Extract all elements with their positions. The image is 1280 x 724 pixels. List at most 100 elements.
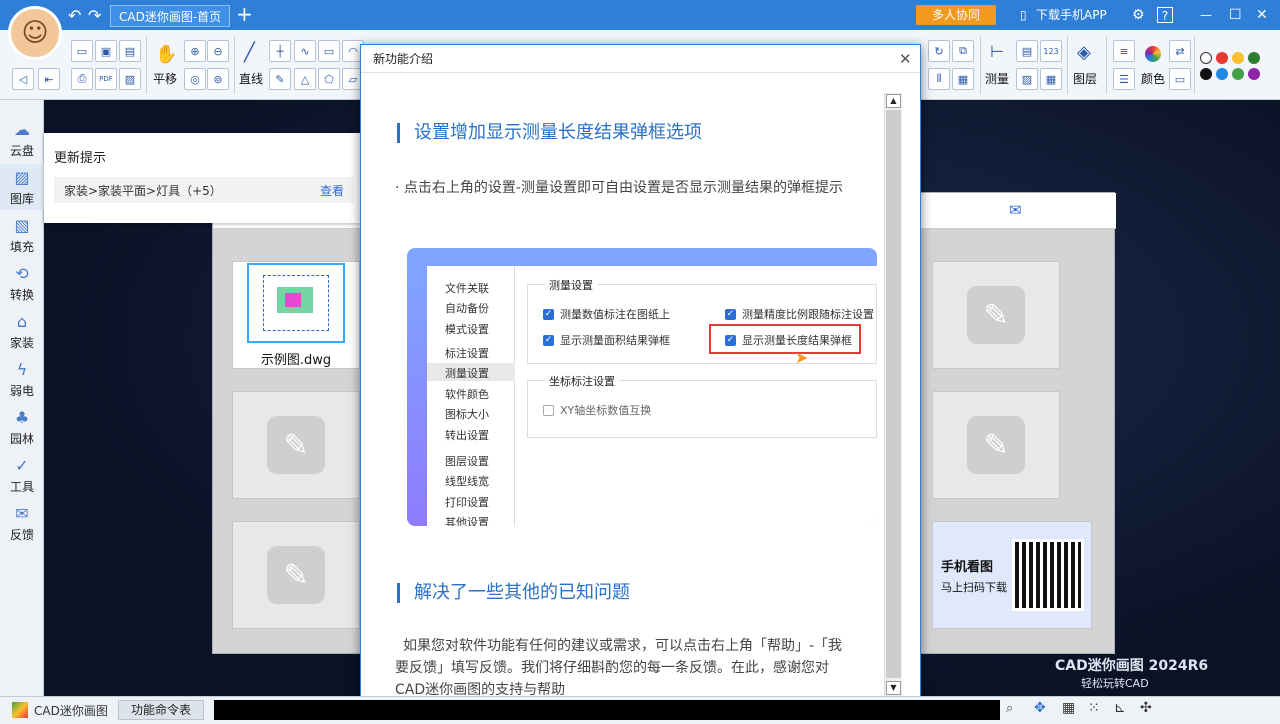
- layers-icon[interactable]: ◈: [1077, 42, 1091, 63]
- minimize-button[interactable]: —: [1200, 5, 1212, 25]
- save-as-icon[interactable]: ▤: [119, 40, 141, 62]
- recent-file-thumb[interactable]: ✎: [932, 391, 1060, 499]
- placeholder-pencil-icon: ✎: [267, 546, 325, 604]
- scroll-down-button[interactable]: ▼: [886, 681, 901, 695]
- tab-home[interactable]: CAD迷你画图-首页: [110, 5, 231, 27]
- recent-file-thumb[interactable]: ✎: [932, 261, 1060, 369]
- brand-name: CAD迷你画图 2024R6: [1055, 658, 1209, 674]
- exit-icon[interactable]: ◁: [12, 68, 34, 90]
- sidebar-item-gallery[interactable]: ▨ 图库: [0, 164, 44, 210]
- picture-icon[interactable]: ▨: [1016, 68, 1038, 90]
- color-wheel-icon[interactable]: [1145, 46, 1161, 62]
- snap-icon[interactable]: ✥: [1034, 700, 1046, 716]
- pencil-icon[interactable]: ✎: [269, 68, 291, 90]
- image-export-icon[interactable]: ▨: [119, 68, 141, 90]
- sidebar-item-power[interactable]: ϟ 弱电: [0, 356, 44, 402]
- color-swatch[interactable]: [1200, 52, 1212, 64]
- color-swatch[interactable]: [1232, 68, 1244, 80]
- sidebar-item-fill[interactable]: ▧ 填充: [0, 212, 44, 258]
- maximize-button[interactable]: ☐: [1229, 5, 1242, 25]
- command-input[interactable]: [214, 700, 1000, 720]
- update-view-link[interactable]: 查看: [320, 182, 344, 199]
- search-icon[interactable]: ⌕: [1006, 701, 1013, 716]
- sidebar-item-garden[interactable]: ♣ 园林: [0, 404, 44, 450]
- pdf-icon[interactable]: PDF: [95, 68, 117, 90]
- lineweight-icon[interactable]: ☰: [1113, 68, 1135, 90]
- zoom-window-icon[interactable]: ◎: [184, 68, 206, 90]
- rect-icon[interactable]: ▭: [318, 40, 340, 62]
- mirror-icon[interactable]: ⫴: [928, 68, 950, 90]
- layer-label[interactable]: 图层: [1073, 70, 1097, 87]
- mobile-promo[interactable]: 手机看图 马上扫码下载: [932, 521, 1092, 629]
- sidebar-item-feedback[interactable]: ✉ 反馈: [0, 500, 44, 546]
- avatar[interactable]: ☺: [8, 6, 62, 60]
- color-swatch[interactable]: [1216, 68, 1228, 80]
- add-tab-button[interactable]: +: [236, 2, 253, 26]
- hand-icon[interactable]: ✋: [155, 44, 177, 65]
- help-button[interactable]: ?: [1157, 7, 1173, 23]
- bg-color-icon[interactable]: ▭: [1169, 68, 1191, 90]
- spline-icon[interactable]: ∿: [294, 40, 316, 62]
- print-icon[interactable]: ⎙: [71, 68, 93, 90]
- color-swatch[interactable]: [1200, 68, 1212, 80]
- table-icon[interactable]: ▤: [1016, 40, 1038, 62]
- scroll-thumb[interactable]: [886, 110, 901, 678]
- sidebar-item-convert[interactable]: ⟲ 转换: [0, 260, 44, 306]
- command-table-button[interactable]: 功能命令表: [118, 700, 204, 720]
- menu-other: 其他设置: [445, 516, 489, 526]
- dot-grid-icon[interactable]: ⁙: [1088, 700, 1100, 716]
- close-window-button[interactable]: ✕: [1256, 5, 1268, 25]
- zoom-in-icon[interactable]: ⊕: [184, 40, 206, 62]
- scroll-up-button[interactable]: ▲: [886, 94, 901, 108]
- brand-logo: CAD迷你画图 2024R6 轻松玩转CAD: [1055, 655, 1208, 691]
- heading-measure-setting: 设置增加显示测量长度结果弹框选项: [397, 123, 702, 143]
- color-swatch[interactable]: [1216, 52, 1228, 64]
- checkbox-checked-icon: ✓: [543, 308, 554, 320]
- triangle-icon[interactable]: △: [294, 68, 316, 90]
- import-icon[interactable]: ⇤: [38, 68, 60, 90]
- undo-icon[interactable]: ↶: [68, 6, 81, 25]
- rotate-icon[interactable]: ↻: [928, 40, 950, 62]
- polar-icon[interactable]: ✣: [1140, 700, 1152, 716]
- color-swatch[interactable]: [1248, 52, 1260, 64]
- polyline-icon[interactable]: ┼: [269, 40, 291, 62]
- sidebar-item-home[interactable]: ⌂ 家装: [0, 308, 44, 354]
- mail-icon[interactable]: ✉: [1009, 201, 1022, 219]
- gear-icon[interactable]: ⚙: [1132, 5, 1145, 25]
- save-icon[interactable]: ▣: [95, 40, 117, 62]
- grid-toggle-icon[interactable]: ▦: [1062, 700, 1075, 716]
- collab-button[interactable]: 多人协同: [916, 5, 996, 25]
- zoom-out-icon[interactable]: ⊖: [207, 40, 229, 62]
- download-app-link[interactable]: 下载手机APP: [1036, 5, 1107, 25]
- grid-icon[interactable]: ▦: [1040, 68, 1062, 90]
- update-popup: 更新提示 家装>家装平面>灯具（+5） 查看: [44, 133, 360, 223]
- measure-icon[interactable]: ⊢: [990, 42, 1004, 61]
- sample-drawing-thumb[interactable]: 示例图.dwg: [232, 261, 360, 369]
- recent-file-thumb[interactable]: ✎: [232, 521, 360, 629]
- menu-file-assoc: 文件关联: [445, 282, 489, 295]
- array-icon[interactable]: ▦: [952, 68, 974, 90]
- sidebar-item-cloud[interactable]: ☁ 云盘: [0, 116, 44, 162]
- dialog-close-button[interactable]: ✕: [899, 50, 912, 68]
- number-icon[interactable]: 123: [1040, 40, 1062, 62]
- copy-icon[interactable]: ⧉: [952, 40, 974, 62]
- para-feedback: 如果您对软件功能有任何的建议或需求，可以点击右上角「帮助」-「我要反馈」填写反馈…: [395, 638, 843, 698]
- measure-label[interactable]: 测量: [985, 70, 1009, 87]
- feature-dialog: 新功能介绍 ✕ 设置增加显示测量长度结果弹框选项 · 点击右上角的设置-测量设置…: [360, 44, 921, 714]
- zoom-extent-icon[interactable]: ⊚: [207, 68, 229, 90]
- line-icon[interactable]: ╱: [244, 42, 255, 63]
- color-label[interactable]: 颜色: [1141, 70, 1165, 87]
- dialog-scrollbar[interactable]: ▲ ▼: [884, 93, 902, 699]
- sidebar-item-tools[interactable]: ✓ 工具: [0, 452, 44, 498]
- redo-icon[interactable]: ↷: [88, 6, 101, 25]
- open-icon[interactable]: ▭: [71, 40, 93, 62]
- ortho-icon[interactable]: ⊾: [1114, 700, 1126, 716]
- linetype-icon[interactable]: ≡: [1113, 40, 1135, 62]
- recent-file-thumb[interactable]: ✎: [232, 391, 360, 499]
- pentagon-icon[interactable]: ⬠: [318, 68, 340, 90]
- swap-icon[interactable]: ⇄: [1169, 40, 1191, 62]
- color-swatch[interactable]: [1232, 52, 1244, 64]
- promo-subtitle: 马上扫码下载: [941, 580, 1007, 594]
- color-swatch[interactable]: [1248, 68, 1260, 80]
- placeholder-pencil-icon: ✎: [967, 286, 1025, 344]
